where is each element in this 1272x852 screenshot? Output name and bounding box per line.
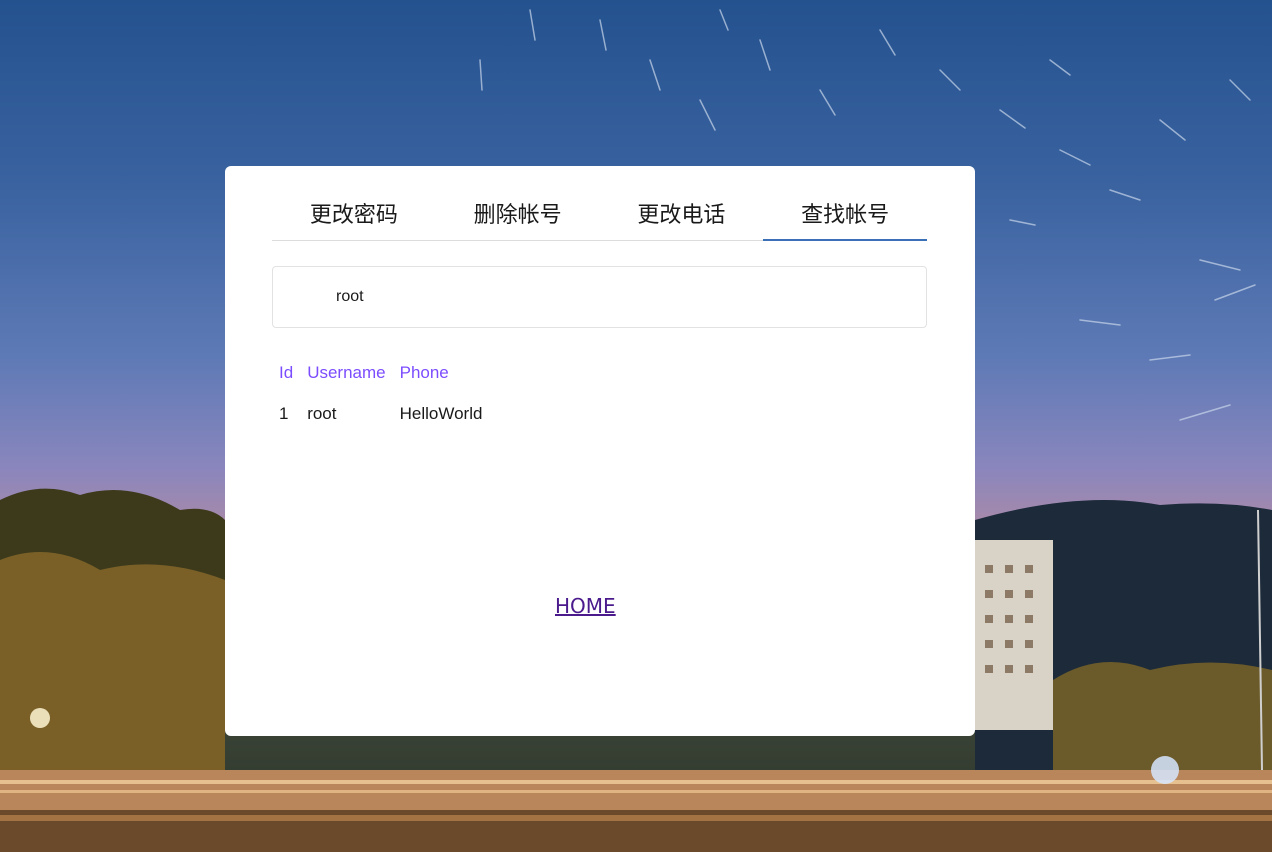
cell-phone: HelloWorld	[399, 404, 483, 423]
home-link[interactable]: HOME	[555, 594, 616, 618]
table-header-row: Id Username Phone	[272, 356, 489, 390]
tab-change-password[interactable]: 更改密码	[272, 196, 436, 240]
tab-bar: 更改密码 删除帐号 更改电话 查找帐号	[272, 196, 927, 241]
account-panel: 更改密码 删除帐号 更改电话 查找帐号 Id Username Phone 1 …	[225, 166, 975, 736]
header-phone: Phone	[399, 363, 449, 382]
cell-username: root	[307, 404, 337, 423]
search-input[interactable]	[272, 266, 927, 328]
header-username: Username	[307, 363, 386, 382]
tab-change-phone[interactable]: 更改电话	[600, 196, 764, 240]
header-id: Id	[279, 363, 294, 382]
results-table: Id Username Phone 1 root HelloWorld	[272, 356, 489, 431]
tab-find-account[interactable]: 查找帐号	[763, 196, 927, 241]
table-row: 1 root HelloWorld	[272, 390, 489, 431]
tab-delete-account[interactable]: 删除帐号	[436, 196, 600, 240]
cell-id: 1	[279, 404, 289, 423]
